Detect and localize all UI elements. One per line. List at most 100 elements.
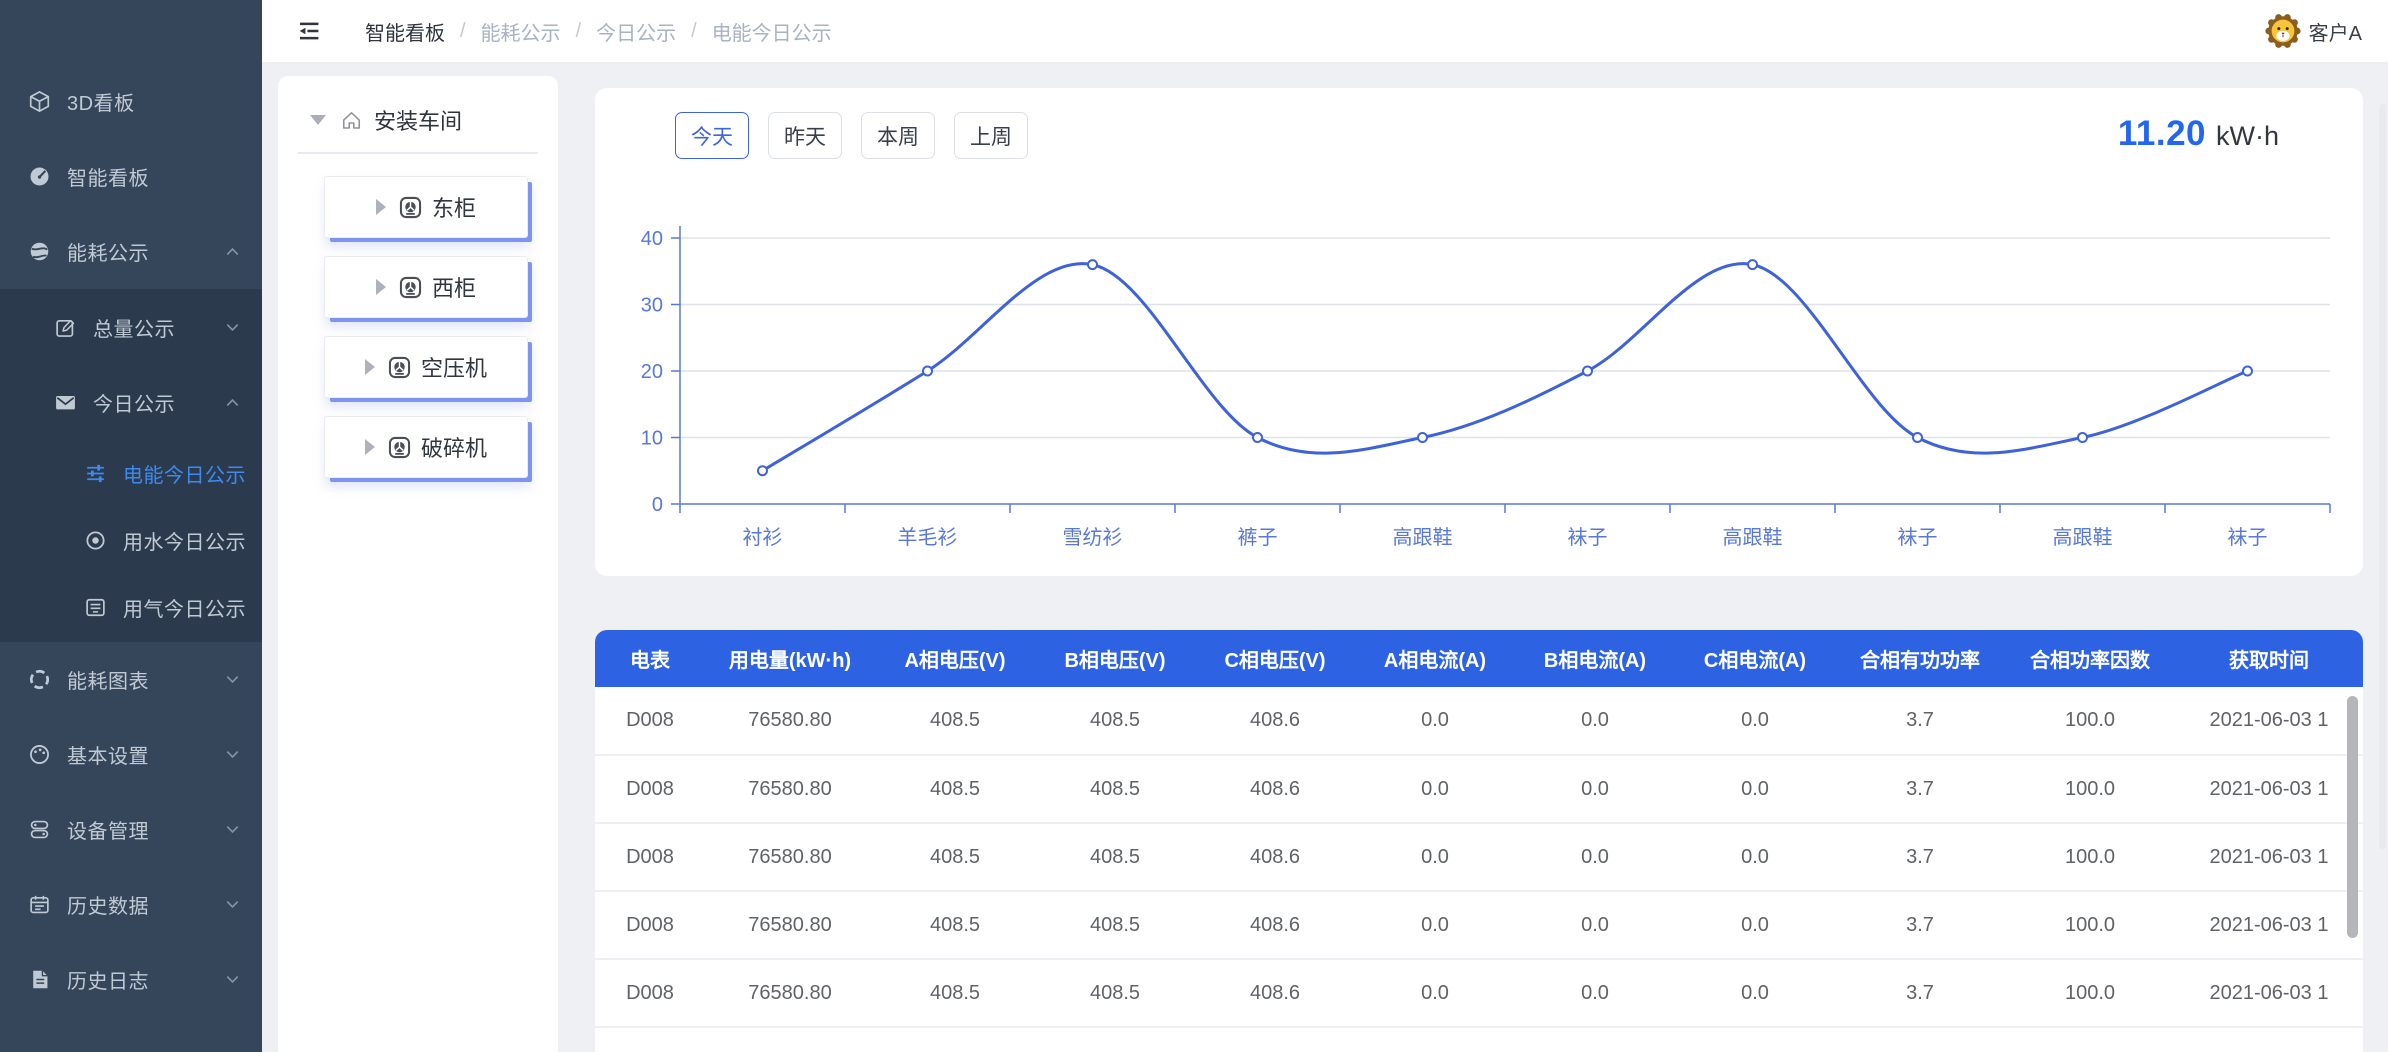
- table-cell: D008: [595, 755, 705, 823]
- table-cell: 76580.80: [705, 755, 875, 823]
- sidebar-item-total-publicity[interactable]: 总量公示: [0, 290, 262, 365]
- period-button-4[interactable]: 上周: [954, 112, 1028, 159]
- table-cell: 76580.80: [705, 1027, 875, 1052]
- meter-icon: [387, 355, 412, 380]
- column-header: 获取时间: [2175, 630, 2363, 687]
- column-header: A相电压(V): [875, 630, 1035, 687]
- table-cell: 0.0: [1515, 687, 1675, 755]
- table-cell: 0.0: [1515, 1027, 1675, 1052]
- arcs-icon: [28, 668, 51, 691]
- svg-text:20: 20: [641, 361, 663, 383]
- table-cell: 3.7: [1835, 1027, 2005, 1052]
- meter-icon: [387, 435, 412, 460]
- avatar-lion-icon: [2265, 13, 2301, 49]
- tree-node-2[interactable]: 西柜: [324, 256, 528, 318]
- period-button-3[interactable]: 本周: [861, 112, 935, 159]
- svg-text:裤子: 裤子: [1238, 526, 1278, 549]
- table-cell: 408.5: [875, 1027, 1035, 1052]
- table-cell: 3.7: [1835, 959, 2005, 1027]
- sidebar-item-electric-today[interactable]: 电能今日公示: [0, 440, 262, 507]
- table-cell: 0.0: [1515, 755, 1675, 823]
- chevron-down-icon: [223, 970, 242, 989]
- user-menu[interactable]: 客户A: [2265, 13, 2362, 49]
- column-header: A相电流(A): [1355, 630, 1515, 687]
- table-row: D00876580.80408.5408.5408.60.00.00.03.71…: [595, 959, 2363, 1027]
- sidebar-item-history-data[interactable]: 历史数据: [0, 867, 262, 942]
- table-cell: D008: [595, 687, 705, 755]
- table-cell: D008: [595, 891, 705, 959]
- breadcrumb-item[interactable]: 今日公示: [596, 17, 676, 46]
- svg-text:高跟鞋: 高跟鞋: [1393, 526, 1453, 549]
- period-toolbar: 今天昨天本周上周: [675, 112, 1028, 159]
- breadcrumb-item[interactable]: 能耗公示: [481, 17, 561, 46]
- sidebar-item-gas-today[interactable]: 用气今日公示: [0, 574, 262, 641]
- table-cell: 408.5: [875, 959, 1035, 1027]
- table-cell: 0.0: [1675, 755, 1835, 823]
- table-cell: 2021-06-03 1: [2175, 959, 2363, 1027]
- home-icon: [340, 109, 363, 132]
- period-button-2[interactable]: 昨天: [768, 112, 842, 159]
- table-cell: 408.5: [1035, 823, 1195, 891]
- table-cell: 100.0: [2005, 1027, 2175, 1052]
- sidebar-item-device-management[interactable]: 设备管理: [0, 792, 262, 867]
- meter-icon: [398, 195, 423, 220]
- caret-right-icon: [376, 279, 386, 295]
- table-row: D00876580.80408.5408.5408.60.00.00.03.71…: [595, 1027, 2363, 1052]
- caret-right-icon: [365, 439, 375, 455]
- table-cell: 100.0: [2005, 959, 2175, 1027]
- table-cell: 0.0: [1675, 687, 1835, 755]
- cube-icon: [28, 90, 51, 113]
- table-cell: 0.0: [1675, 891, 1835, 959]
- table-cell: 408.5: [1035, 1027, 1195, 1052]
- table-scrollbar-thumb[interactable]: [2347, 696, 2358, 938]
- table-cell: 100.0: [2005, 823, 2175, 891]
- topbar: 智能看板/能耗公示/今日公示/电能今日公示 客户A: [262, 0, 2388, 62]
- sidebar-item-energy-charts[interactable]: 能耗图表: [0, 642, 262, 717]
- sidebar-item-smart-board[interactable]: 智能看板: [0, 139, 262, 214]
- table-cell: 0.0: [1675, 959, 1835, 1027]
- table-cell: D008: [595, 959, 705, 1027]
- table-cell: 100.0: [2005, 891, 2175, 959]
- table-cell: 408.6: [1195, 687, 1355, 755]
- sidebar-item-basic-settings[interactable]: 基本设置: [0, 717, 262, 792]
- table-cell: 76580.80: [705, 959, 875, 1027]
- tree-node-4[interactable]: 破碎机: [324, 416, 528, 478]
- caret-down-icon: [310, 115, 326, 125]
- table-cell: 408.6: [1195, 823, 1355, 891]
- sidebar-item-water-today[interactable]: 用水今日公示: [0, 507, 262, 574]
- svg-text:30: 30: [641, 295, 663, 317]
- table-cell: 2021-06-03 1: [2175, 891, 2363, 959]
- breadcrumb-item[interactable]: 电能今日公示: [712, 17, 832, 46]
- table-cell: 408.6: [1195, 755, 1355, 823]
- table-cell: 0.0: [1515, 959, 1675, 1027]
- svg-text:高跟鞋: 高跟鞋: [2053, 526, 2113, 549]
- chevron-down-icon: [223, 318, 242, 337]
- table-cell: D008: [595, 1027, 705, 1052]
- table-cell: 408.5: [1035, 959, 1195, 1027]
- breadcrumb-item[interactable]: 智能看板: [365, 17, 445, 46]
- svg-text:袜子: 袜子: [2228, 526, 2268, 549]
- sidebar-item-energy-publicity[interactable]: 能耗公示: [0, 214, 262, 289]
- menu-fold-icon[interactable]: [295, 18, 321, 44]
- table-cell: 0.0: [1355, 959, 1515, 1027]
- radio-icon: [84, 529, 107, 552]
- sliders-icon: [84, 462, 107, 485]
- table-cell: 408.5: [875, 823, 1035, 891]
- tree-node-1[interactable]: 东柜: [324, 176, 528, 238]
- svg-text:羊毛衫: 羊毛衫: [898, 526, 958, 549]
- period-button-1[interactable]: 今天: [675, 112, 749, 159]
- table-cell: 3.7: [1835, 755, 2005, 823]
- svg-text:40: 40: [641, 228, 663, 250]
- log-icon: [28, 968, 51, 991]
- sidebar-item-history-logs[interactable]: 历史日志: [0, 942, 262, 1017]
- app-root: 3D看板智能看板能耗公示总量公示今日公示电能今日公示用水今日公示用气今日公示能耗…: [0, 0, 2388, 1052]
- page-scrollbar[interactable]: [2379, 104, 2386, 849]
- mail-icon: [54, 391, 77, 414]
- pills-icon: [28, 818, 51, 841]
- tree-root-node[interactable]: 安装车间: [278, 104, 558, 136]
- tree-node-3[interactable]: 空压机: [324, 336, 528, 398]
- table-cell: 408.5: [1035, 891, 1195, 959]
- sidebar-item-today-publicity[interactable]: 今日公示: [0, 365, 262, 440]
- table-cell: 408.5: [875, 755, 1035, 823]
- sidebar-item-3d-board[interactable]: 3D看板: [0, 64, 262, 139]
